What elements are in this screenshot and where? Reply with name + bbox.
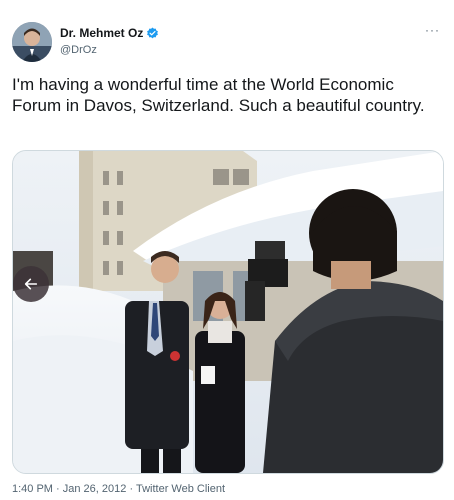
author-name-row: Dr. Mehmet Oz (60, 26, 159, 40)
tweet-source[interactable]: Twitter Web Client (136, 483, 225, 495)
meta-separator: · (56, 483, 60, 495)
display-name[interactable]: Dr. Mehmet Oz (60, 26, 143, 40)
tweet-card: Dr. Mehmet Oz @DrOz ··· I'm having a won… (0, 0, 454, 500)
tweet-date[interactable]: Jan 26, 2012 (63, 483, 127, 495)
tweet-photo[interactable] (12, 150, 444, 474)
meta-separator: · (129, 483, 134, 495)
tweet-time[interactable]: 1:40 PM (12, 483, 53, 495)
tweet-text: I'm having a wonderful time at the World… (12, 75, 425, 115)
tweet-header: Dr. Mehmet Oz @DrOz ··· (12, 22, 442, 66)
arrow-left-icon (24, 278, 38, 290)
more-options-icon[interactable]: ··· (425, 24, 440, 36)
verified-badge-icon (146, 27, 159, 40)
avatar[interactable] (12, 22, 52, 62)
previous-photo-button[interactable] (13, 266, 49, 302)
tweet-metadata: 1:40 PM · Jan 26, 2012 · Twitter Web Cli… (12, 483, 225, 495)
author-handle[interactable]: @DrOz (60, 44, 97, 56)
